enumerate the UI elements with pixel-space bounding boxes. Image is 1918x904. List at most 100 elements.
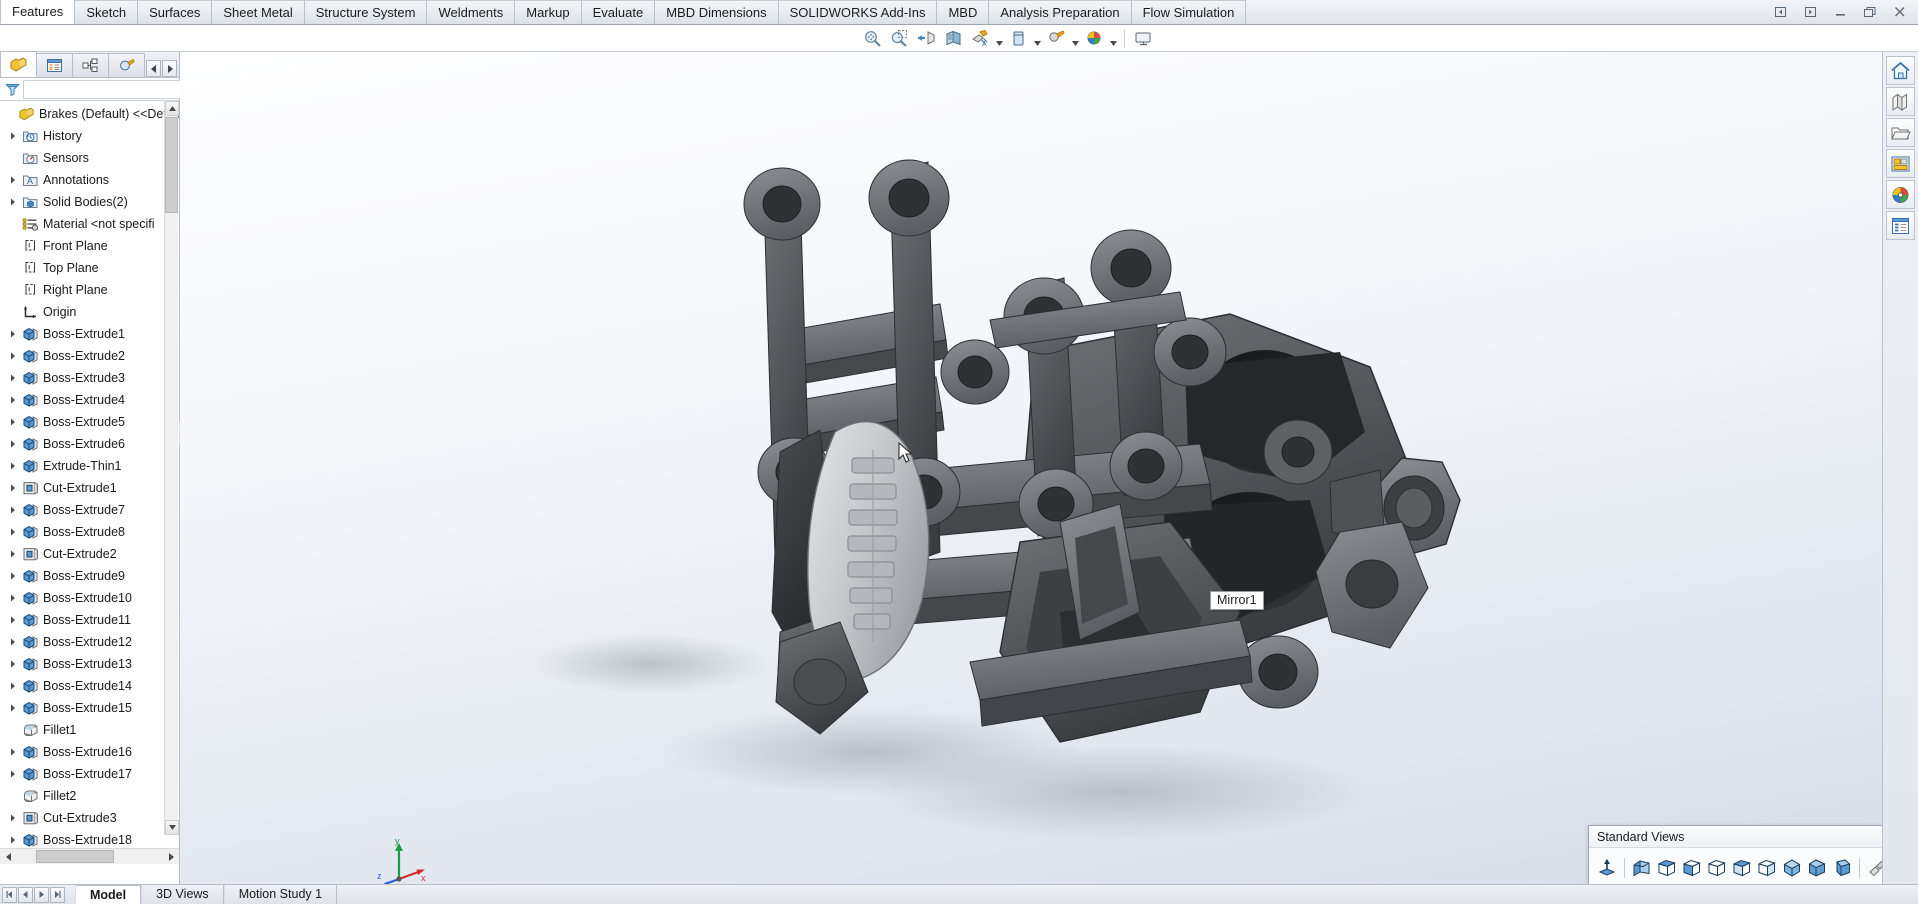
tree-item-front-plane[interactable]: Front Plane [0,235,179,257]
appearance-caret-icon[interactable] [1071,27,1080,50]
close-icon[interactable] [1892,4,1908,20]
doc-next-icon[interactable] [1802,4,1818,20]
ribbon-tab-structure-system[interactable]: Structure System [304,0,428,24]
display-manager-tab[interactable] [108,53,145,77]
ribbon-tab-sheet-metal[interactable]: Sheet Metal [211,0,304,24]
tree-item-history[interactable]: History [0,125,179,147]
tree-item-boss-extrude10[interactable]: Boss-Extrude10 [0,587,179,609]
isometric-view-button[interactable] [1780,856,1804,880]
display-style-caret-icon[interactable] [995,27,1004,50]
chevron-right-icon[interactable] [6,631,20,653]
tree-item-boss-extrude5[interactable]: Boss-Extrude5 [0,411,179,433]
home-icon[interactable] [1886,56,1915,85]
chevron-right-icon[interactable] [6,675,20,697]
search-input[interactable] [23,80,186,99]
chevron-right-icon[interactable] [6,433,20,455]
chevron-right-icon[interactable] [6,565,20,587]
trimetric-view-button[interactable] [1805,856,1829,880]
chevron-right-icon[interactable] [6,455,20,477]
ribbon-tab-surfaces[interactable]: Surfaces [137,0,212,24]
display-style-icon[interactable]: A [968,27,993,50]
tree-item-origin[interactable]: Origin [0,301,179,323]
ribbon-tab-sketch[interactable]: Sketch [74,0,138,24]
tree-item-boss-extrude12[interactable]: Boss-Extrude12 [0,631,179,653]
tree-item-sensors[interactable]: Sensors [0,147,179,169]
dimetric-view-button[interactable] [1830,856,1854,880]
tree-hscroll-thumb[interactable] [36,850,114,863]
feature-tree-tab[interactable] [0,51,37,77]
standard-views-panel[interactable]: Standard Views x [1588,825,1916,887]
section-view-icon[interactable] [914,27,939,50]
tree-item-boss-extrude2[interactable]: Boss-Extrude2 [0,345,179,367]
hide-show-items-icon[interactable] [1006,27,1031,50]
chevron-right-icon[interactable] [6,389,20,411]
graphics-area[interactable]: Mirror1 y x z [180,52,1882,884]
document-tab-motion-study-1[interactable]: Motion Study 1 [224,885,337,904]
back-view-button[interactable] [1655,856,1679,880]
right-view-button[interactable] [1705,856,1729,880]
chevron-right-icon[interactable] [6,411,20,433]
doc-prev-icon[interactable] [1772,4,1788,20]
ribbon-tab-mbd[interactable]: MBD [936,0,989,24]
folder-icon[interactable] [1886,118,1915,147]
restore-icon[interactable] [1862,4,1878,20]
standard-views-titlebar[interactable]: Standard Views x [1589,826,1915,848]
tree-item-cut-extrude2[interactable]: Cut-Extrude2 [0,543,179,565]
tree-item-boss-extrude15[interactable]: Boss-Extrude15 [0,697,179,719]
scene-caret-icon[interactable] [1109,27,1118,50]
bottom-view-button[interactable] [1755,856,1779,880]
ribbon-tab-flow-simulation[interactable]: Flow Simulation [1131,0,1247,24]
front-view-button[interactable] [1630,856,1654,880]
chevron-right-icon[interactable] [6,653,20,675]
feature-tree[interactable]: Brakes (Default) <<Defau HistorySensorsA… [0,101,179,852]
tree-item-boss-extrude6[interactable]: Boss-Extrude6 [0,433,179,455]
tree-item-boss-extrude16[interactable]: Boss-Extrude16 [0,741,179,763]
chevron-right-icon[interactable] [6,741,20,763]
custom-properties-icon[interactable] [1886,211,1915,240]
ribbon-tab-solidworks-add-ins[interactable]: SOLIDWORKS Add-Ins [778,0,938,24]
tree-item-right-plane[interactable]: Right Plane [0,279,179,301]
top-view-button[interactable] [1730,856,1754,880]
tree-item-extrude-thin1[interactable]: Extrude-Thin1 [0,455,179,477]
chevron-right-icon[interactable] [6,697,20,719]
ribbon-tab-mbd-dimensions[interactable]: MBD Dimensions [654,0,778,24]
ribbon-tab-markup[interactable]: Markup [514,0,581,24]
tree-scroll-up-button[interactable] [165,101,179,116]
view-settings-icon[interactable] [1131,27,1156,50]
tree-item-cut-extrude1[interactable]: Cut-Extrude1 [0,477,179,499]
configuration-manager-tab[interactable] [72,53,109,77]
chevron-right-icon[interactable] [6,477,20,499]
tree-item-boss-extrude17[interactable]: Boss-Extrude17 [0,763,179,785]
tree-item-boss-extrude8[interactable]: Boss-Extrude8 [0,521,179,543]
tree-forward-button[interactable] [162,60,177,77]
hide-show-caret-icon[interactable] [1033,27,1042,50]
appearances-icon[interactable] [1886,180,1915,209]
next-tab-button[interactable] [34,887,49,903]
tree-hscroll-track[interactable] [16,850,163,863]
ribbon-tab-features[interactable]: Features [0,0,75,24]
tree-scroll-down-button[interactable] [165,820,179,835]
tree-vertical-scrollbar[interactable] [164,101,178,835]
chevron-right-icon[interactable] [6,367,20,389]
chevron-right-icon[interactable] [6,543,20,565]
tree-item-fillet1[interactable]: Fillet1 [0,719,179,741]
prev-tab-button[interactable] [18,887,33,903]
apply-scene-icon[interactable] [1082,27,1107,50]
tree-item-boss-extrude9[interactable]: Boss-Extrude9 [0,565,179,587]
chevron-right-icon[interactable] [6,609,20,631]
property-manager-tab[interactable] [36,53,73,77]
last-tab-button[interactable] [50,887,65,903]
minimize-icon[interactable] [1832,4,1848,20]
tree-item-boss-extrude13[interactable]: Boss-Extrude13 [0,653,179,675]
tree-item-boss-extrude3[interactable]: Boss-Extrude3 [0,367,179,389]
tree-scroll-left-button[interactable] [0,849,16,864]
edit-appearance-icon[interactable] [1044,27,1069,50]
tree-scroll-right-button[interactable] [163,849,179,864]
ribbon-tab-weldments[interactable]: Weldments [426,0,515,24]
tree-back-button[interactable] [146,60,161,77]
tree-item-cut-extrude3[interactable]: Cut-Extrude3 [0,807,179,829]
tree-item-boss-extrude11[interactable]: Boss-Extrude11 [0,609,179,631]
tree-item-boss-extrude7[interactable]: Boss-Extrude7 [0,499,179,521]
ribbon-tab-analysis-preparation[interactable]: Analysis Preparation [988,0,1131,24]
chevron-right-icon[interactable] [6,191,20,213]
